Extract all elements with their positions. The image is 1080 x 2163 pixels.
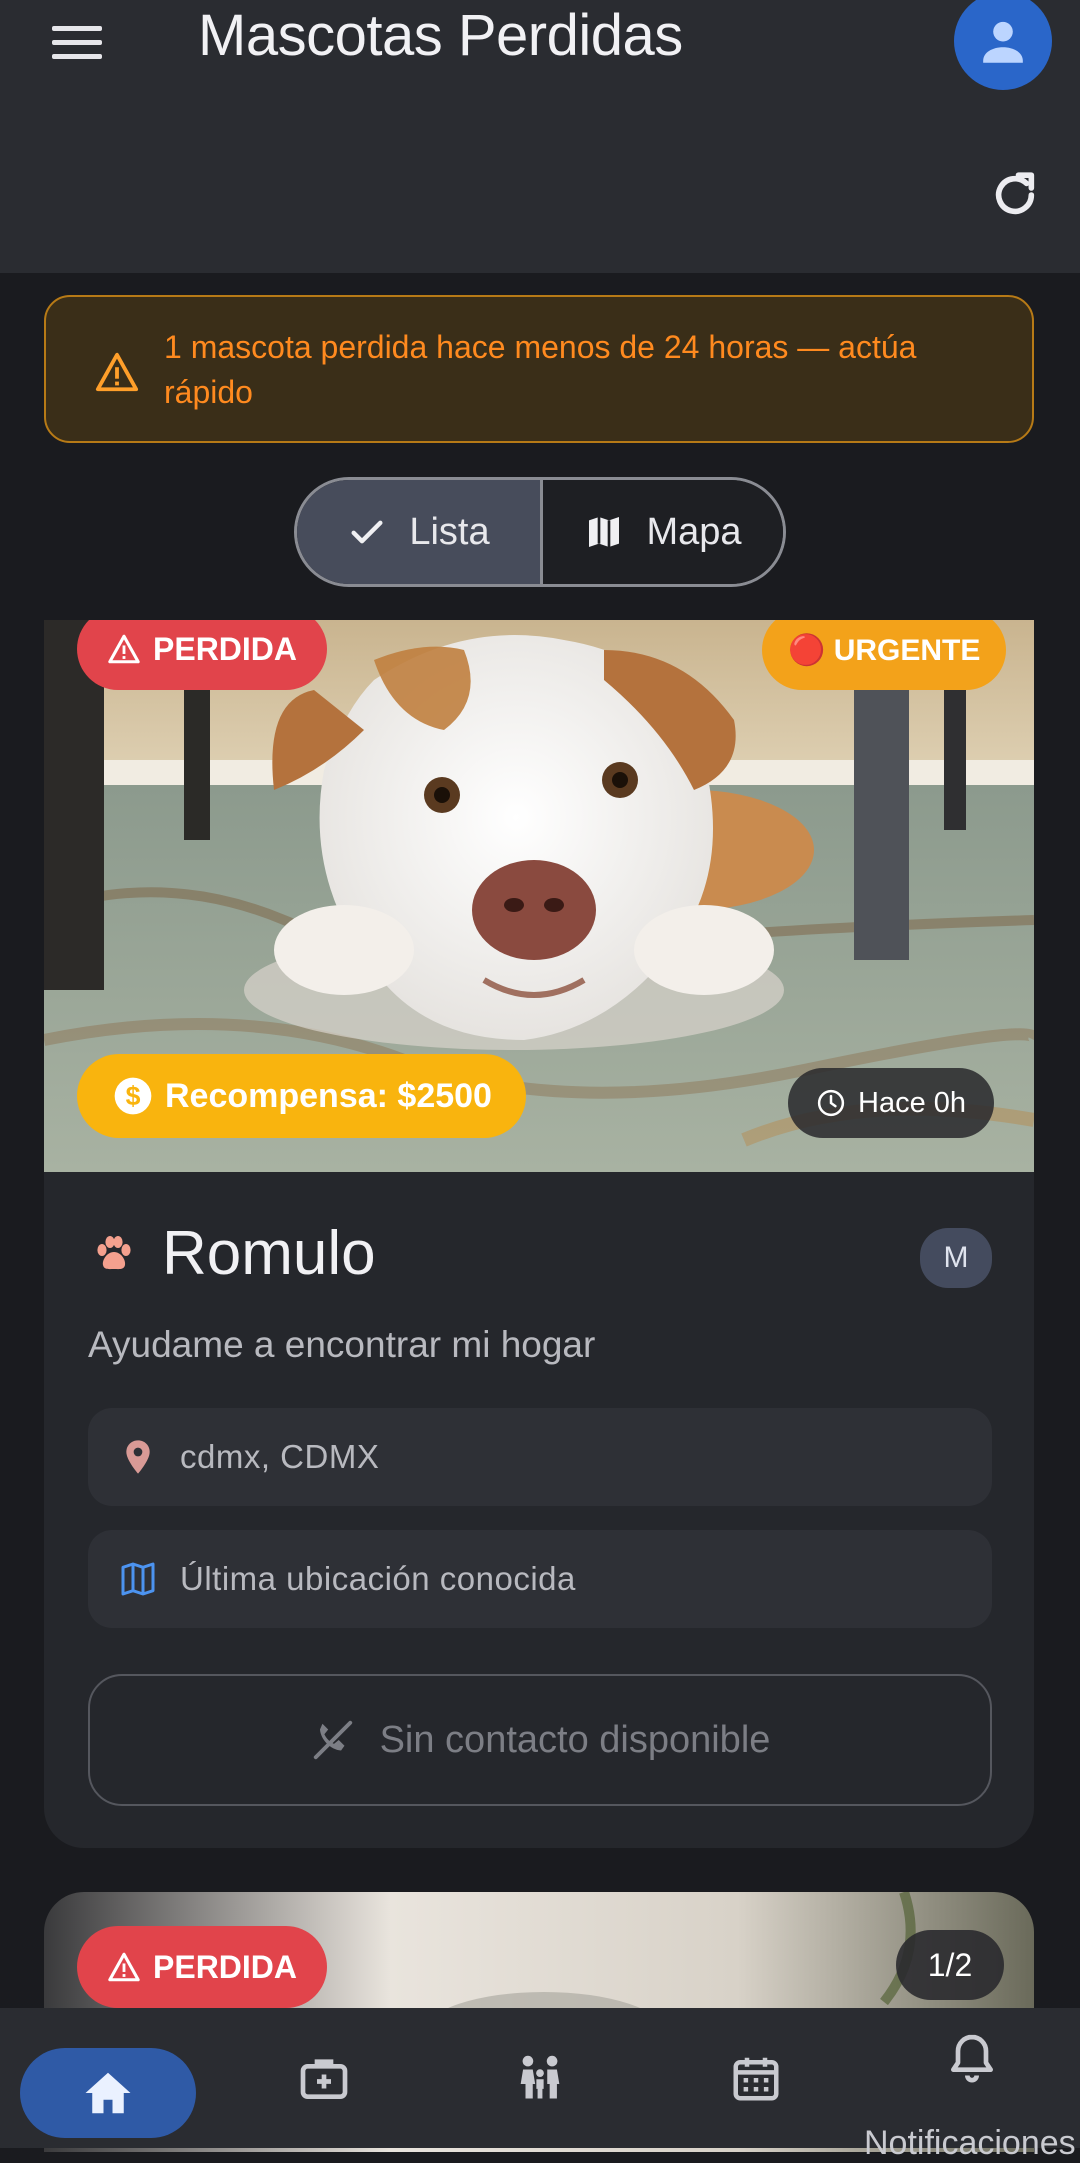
bell-icon [951,2034,993,2083]
lost-status-chip: PERDIDA [77,1926,328,2008]
last-location-text: Última ubicación conocida [180,1560,576,1597]
home-icon [85,2072,131,2114]
map-icon [121,1562,155,1596]
toggle-lista-label: Lista [409,510,490,553]
nav-community[interactable] [492,2008,588,2148]
pet-name-row: Romulo [90,1218,376,1289]
lost-status-label: PERDIDA [153,630,298,667]
toggle-mapa[interactable]: Mapa [543,480,783,584]
time-label: Hace 0h [858,1086,967,1119]
clock-icon [817,1089,845,1117]
profile-button[interactable] [954,0,1052,90]
dollar-icon: $ [114,1077,152,1115]
svg-text:$: $ [126,1081,141,1111]
nav-medical[interactable] [276,2008,372,2148]
lost-status-label: PERDIDA [153,1948,298,1985]
urgent-alert-banner: 1 mascota perdida hace menos de 24 horas… [44,295,1034,443]
pet-photo[interactable]: PERDIDA 🔴 URGENTE $ Recompensa: $2500 Ha… [44,620,1034,1172]
location-row: cdmx, CDMX [88,1408,992,1506]
refresh-icon [995,172,1035,215]
bottom-navigation: Notificaciones [0,2008,1080,2162]
sex-badge: M [920,1228,992,1288]
warning-icon [95,352,139,392]
family-icon [520,2055,560,2099]
urgent-label: 🔴 URGENTE [788,633,981,667]
no-phone-icon [313,1720,352,1760]
pet-card[interactable]: PERDIDA 🔴 URGENTE $ Recompensa: $2500 Ha… [44,620,1034,1848]
check-icon [351,520,383,544]
paw-icon [97,1235,131,1269]
image-counter: 1/2 [896,1930,1004,2000]
pet-description: Ayudame a encontrar mi hogar [88,1324,596,1365]
toggle-lista[interactable]: Lista [297,480,543,584]
app-bar: Mascotas Perdidas [0,0,1080,273]
person-icon [983,21,1023,63]
location-pin-icon [126,1440,150,1474]
contact-button[interactable]: Sin contacto disponible [88,1674,992,1806]
nav-calendar[interactable] [708,2008,804,2148]
map-icon [589,517,620,547]
time-chip: Hace 0h [788,1068,995,1138]
medical-kit-icon [300,2059,348,2099]
nav-notifications[interactable] [924,2030,1020,2100]
alert-text: 1 mascota perdida hace menos de 24 horas… [164,329,917,410]
toggle-mapa-label: Mapa [646,510,742,553]
menu-icon [52,26,102,59]
page-title: Mascotas Perdidas [198,3,683,68]
view-toggle: Lista Mapa [294,477,786,587]
nav-notifications-label: Notificaciones [864,2124,1076,2162]
last-location-row[interactable]: Última ubicación conocida [88,1530,992,1628]
reward-label: Recompensa: $2500 [165,1076,492,1115]
nav-home[interactable] [20,2048,196,2138]
contact-label: Sin contacto disponible [379,1718,771,1761]
location-text: cdmx, CDMX [180,1438,380,1475]
calendar-icon [733,2057,779,2101]
reward-chip: $ Recompensa: $2500 [77,1054,526,1138]
pet-name: Romulo [162,1219,376,1288]
refresh-button[interactable] [980,160,1050,230]
warning-icon [108,634,140,664]
menu-button[interactable] [30,10,126,74]
lost-status-chip: PERDIDA [77,620,328,690]
warning-icon [108,1952,140,1982]
urgent-chip: 🔴 URGENTE [762,620,1007,690]
